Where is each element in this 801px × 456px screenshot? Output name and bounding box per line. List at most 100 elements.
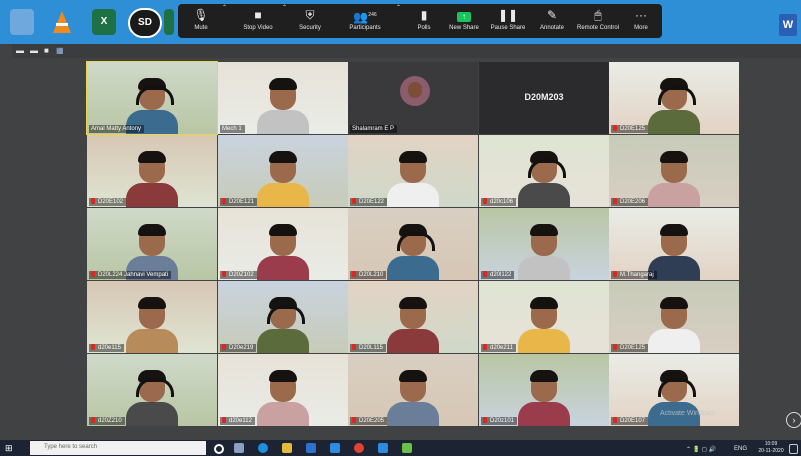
participant-tile[interactable]: D20E121 (218, 135, 348, 207)
participant-name-label: D20Z102 (220, 271, 257, 279)
participant-name-label: d20e211 (481, 344, 516, 352)
participant-tile[interactable]: d20e115 (87, 281, 217, 353)
participant-tile[interactable]: d20e211 (479, 281, 609, 353)
remote-control-button[interactable]: 🖱 Remote Control (574, 4, 622, 38)
app-icon[interactable] (402, 443, 412, 453)
pause-share-button[interactable]: ❚❚ Pause Share (488, 4, 528, 38)
participant-video (609, 208, 739, 280)
participant-tile[interactable]: D20M203 (479, 62, 609, 134)
participant-tile[interactable]: d20Z210 (87, 354, 217, 426)
participant-name-label: d20c106 (481, 198, 517, 206)
sd-icon[interactable]: SD (128, 8, 162, 38)
participant-tile[interactable]: D20E125 (609, 281, 739, 353)
participants-button[interactable]: 👥246 Participants (340, 4, 390, 38)
participant-tile[interactable]: Shalamram E P (348, 62, 478, 134)
participant-figure (518, 149, 570, 207)
participant-tile[interactable]: D20L224 Jahnavi Vempati (87, 208, 217, 280)
participant-tile[interactable]: D20E122 (348, 135, 478, 207)
participant-name: d20c106 (490, 199, 514, 205)
participant-tile[interactable]: D20z101 (479, 354, 609, 426)
participant-tile[interactable]: D20L115 (348, 281, 478, 353)
vlc-icon[interactable] (50, 9, 74, 35)
participant-name: D20E125 (620, 345, 646, 351)
security-button[interactable]: ⛨ Security (292, 4, 328, 38)
participant-name-label: D20z101 (481, 417, 518, 425)
participant-video (87, 281, 217, 353)
tray-icons[interactable]: ⌃ 🔋 ◻ 🔊 (686, 446, 716, 453)
participants-chevron-icon[interactable]: ⌃ (396, 4, 401, 38)
clock-date: 20-11-2020 (758, 448, 784, 454)
participant-name: D20E102 (98, 199, 124, 205)
mail-icon[interactable] (330, 443, 340, 453)
muted-mic-icon (483, 198, 487, 204)
mute-button[interactable]: 🎙 Mute (184, 4, 218, 38)
participant-name: D20e219 (229, 345, 254, 351)
shield-icon: ⛨ (305, 8, 315, 22)
edge-icon[interactable] (258, 443, 268, 453)
restore-icon[interactable]: ▬ (30, 47, 38, 55)
task-view-icon[interactable] (234, 443, 244, 453)
file-explorer-icon[interactable] (282, 443, 292, 453)
polls-button[interactable]: ▮ Polls (410, 4, 438, 38)
more-button[interactable]: ··· More (628, 4, 654, 38)
participant-tile[interactable]: Mech 1 (218, 62, 348, 134)
minimize-icon[interactable]: ▬ (16, 47, 24, 55)
muted-mic-icon (613, 125, 617, 131)
participant-tile[interactable]: D20E125 (609, 62, 739, 134)
cortana-icon[interactable] (214, 444, 224, 454)
participant-video (609, 62, 739, 134)
participant-video (218, 208, 348, 280)
participant-tile[interactable]: d20l122 (479, 208, 609, 280)
participant-figure (648, 368, 700, 426)
gallery-view-icon[interactable]: ▦ (56, 47, 64, 55)
gallery-window-bar: ▬ ▬ ■ ▦ (12, 44, 801, 58)
participant-tile[interactable]: d20c106 (479, 135, 609, 207)
participant-tile[interactable]: M.Thangaraj (609, 208, 739, 280)
muted-mic-icon (483, 344, 487, 350)
store-icon[interactable] (306, 443, 316, 453)
participant-tile[interactable]: D20L210 (348, 208, 478, 280)
mute-chevron-icon[interactable]: ⌃ (222, 4, 227, 38)
excel-icon-partial[interactable] (164, 9, 174, 35)
participant-video (218, 135, 348, 207)
excel-icon[interactable]: X (92, 9, 116, 35)
participant-video (348, 208, 478, 280)
participant-name-label: Amal Matty Antony (89, 125, 145, 133)
participant-name: D20E121 (229, 199, 255, 205)
next-page-button[interactable]: › (786, 412, 801, 428)
new-share-button[interactable]: ↑ New Share (446, 4, 482, 38)
zoom-icon[interactable] (378, 443, 388, 453)
participant-name: D20z101 (490, 418, 515, 424)
word-icon[interactable]: W (779, 14, 797, 36)
participant-tile[interactable]: Amal Matty Antony (86, 61, 218, 135)
annotate-button[interactable]: ✎ Annotate (534, 4, 570, 38)
video-chevron-icon[interactable]: ⌃ (282, 4, 287, 38)
participant-tile[interactable]: D20E206 (609, 135, 739, 207)
participant-tile[interactable]: D20E205 (348, 354, 478, 426)
stop-video-button[interactable]: ■ Stop Video (236, 4, 280, 38)
computer-icon[interactable] (10, 9, 34, 35)
more-dots-icon: ··· (635, 8, 647, 22)
notification-icon[interactable] (789, 444, 798, 454)
participant-name: D20E206 (620, 199, 646, 205)
participant-tile[interactable]: D20Z102 (218, 208, 348, 280)
taskbar-search-box[interactable]: Type here to search (30, 441, 206, 455)
participant-name: D20E107 (620, 418, 646, 424)
participant-name: D20E122 (359, 199, 385, 205)
participant-tile[interactable]: D20e219 (218, 281, 348, 353)
participant-figure (387, 222, 439, 280)
participant-name-label: M.Thangaraj (611, 271, 657, 279)
muted-mic-icon (483, 417, 487, 423)
taskbar-clock[interactable]: 10:09 20-11-2020 (756, 441, 786, 455)
participant-tile[interactable]: d20e112 (218, 354, 348, 426)
participant-name: Mech 1 (222, 126, 242, 132)
language-indicator[interactable]: ENG (734, 446, 747, 452)
participant-figure (648, 76, 700, 134)
chrome-icon[interactable] (354, 443, 364, 453)
participant-name-label: D20E121 (220, 198, 258, 206)
participant-name-label: Shalamram E P (350, 125, 398, 133)
participant-name-label: D20E107 (611, 417, 649, 425)
speaker-view-icon[interactable]: ■ (44, 47, 49, 55)
windows-start-icon[interactable]: ⊞ (5, 442, 17, 454)
participant-tile[interactable]: D20E102 (87, 135, 217, 207)
